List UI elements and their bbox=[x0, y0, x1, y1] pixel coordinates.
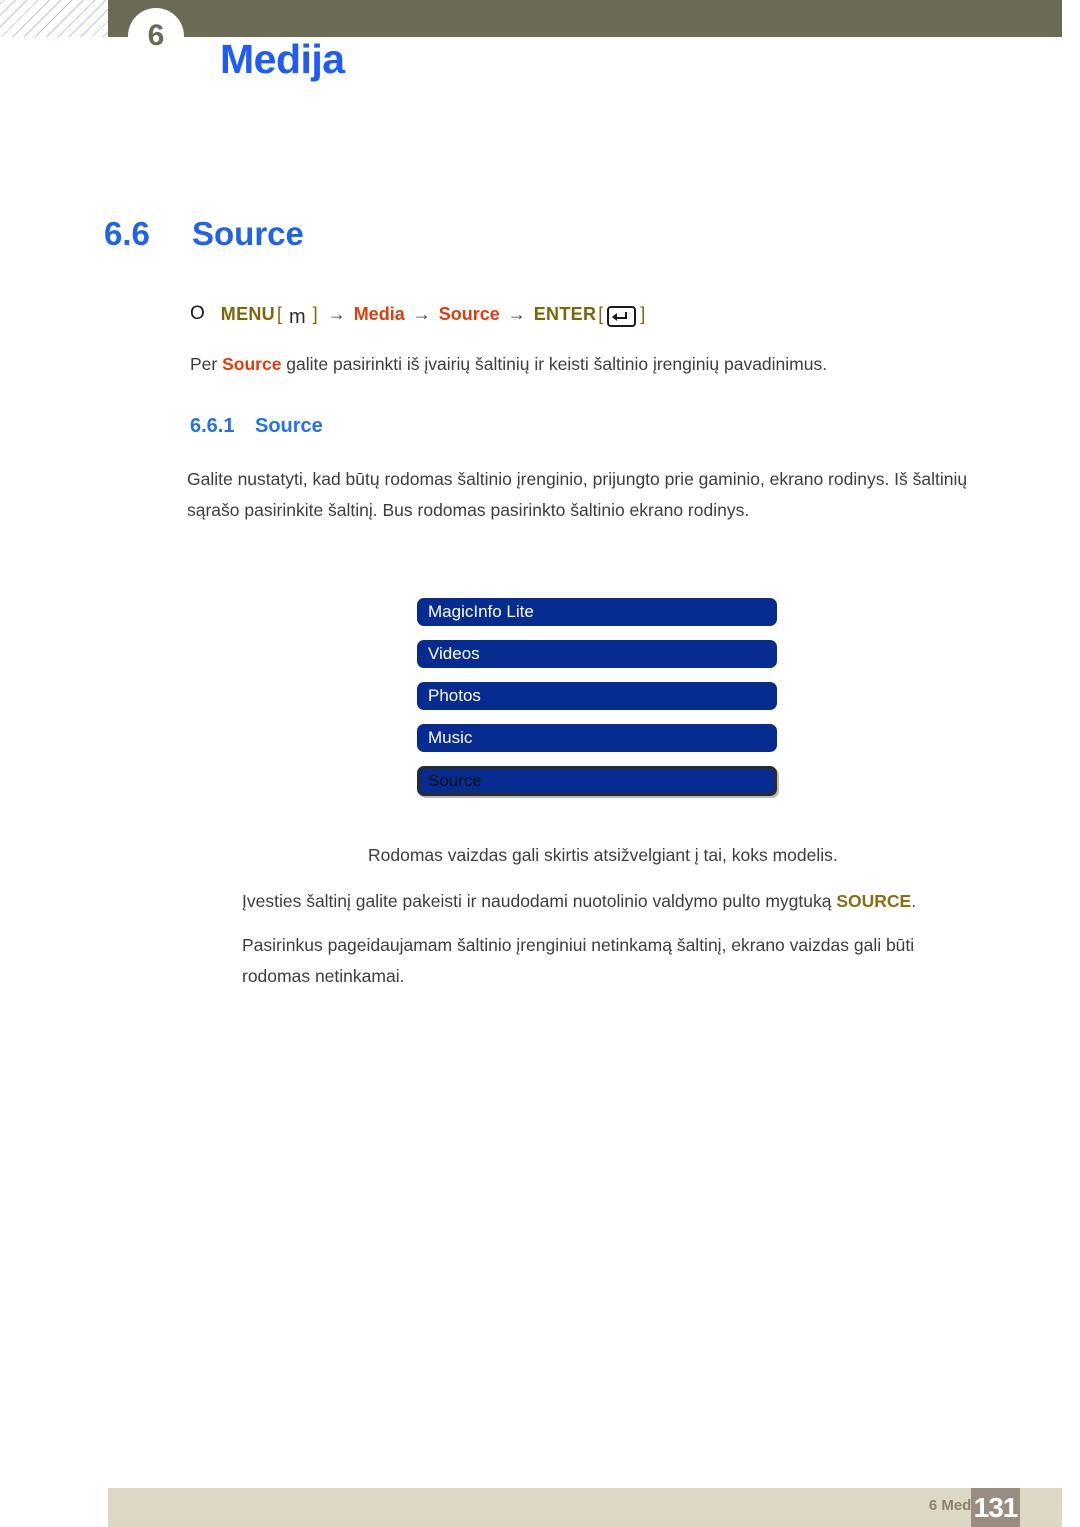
enter-key-icon bbox=[607, 305, 637, 327]
arrow-right-icon-3: → bbox=[507, 304, 526, 324]
subsection-heading: 6.6.1 Source bbox=[190, 415, 323, 438]
description-paragraph: Galite nustatyti, kad būtų rodomas šalti… bbox=[187, 469, 968, 520]
note-remote-text-after: . bbox=[911, 891, 917, 911]
section-heading: 6.6 Source bbox=[104, 215, 304, 253]
bracket-close-2: ] bbox=[640, 304, 646, 324]
note-remote-text-before: Įvesties šaltinį galite pakeisti ir naud… bbox=[242, 891, 837, 911]
menu-key-glyph-icon: m bbox=[289, 306, 306, 328]
menu-item-label: Videos bbox=[428, 644, 480, 663]
menu-item-music[interactable]: Music bbox=[417, 724, 777, 752]
subsection-number: 6.6.1 bbox=[190, 415, 235, 437]
note-wrong-source-warning: Pasirinkus pageidaujamam šaltinio įrengi… bbox=[242, 935, 915, 986]
menu-item-label: Source bbox=[428, 771, 482, 790]
note-model-variation: Rodomas vaizdas gali skirtis atsižvelgia… bbox=[368, 845, 838, 865]
path-item-source: Source bbox=[438, 304, 500, 324]
bracket-open-2: [ bbox=[598, 304, 604, 324]
note-remote-highlight-source: SOURCE bbox=[836, 891, 912, 911]
menu-item-source[interactable]: Source bbox=[417, 766, 777, 796]
bullet-circle-icon: O bbox=[190, 303, 205, 324]
header-band bbox=[108, 0, 1062, 37]
section-number: 6.6 bbox=[104, 215, 150, 252]
page-number: 131 bbox=[973, 1491, 1019, 1523]
subsection-title: Source bbox=[255, 415, 323, 437]
page-title: Medija bbox=[220, 36, 345, 82]
menu-item-label: Photos bbox=[428, 686, 481, 705]
path-item-media: Media bbox=[353, 304, 405, 324]
menu-item-videos[interactable]: Videos bbox=[417, 640, 777, 668]
footer-page-box: 131 bbox=[971, 1488, 1020, 1527]
menu-button-label: MENU bbox=[220, 304, 275, 324]
enter-button-label: ENTER bbox=[533, 304, 597, 324]
intro-highlight-source: Source bbox=[222, 354, 282, 374]
section-title: Source bbox=[192, 215, 304, 252]
menu-item-magicinfo-lite[interactable]: MagicInfo Lite bbox=[417, 598, 777, 626]
note-remote-source-button: Įvesties šaltinį galite pakeisti ir naud… bbox=[242, 886, 972, 917]
intro-text-after: galite pasirinkti iš įvairių šaltinių ir… bbox=[281, 354, 828, 374]
arrow-right-icon-1: → bbox=[327, 304, 346, 324]
header-hatch-decoration bbox=[0, 0, 108, 37]
source-menu-widget: MagicInfo Lite Videos Photos Music Sourc… bbox=[417, 598, 777, 796]
menu-item-label: Music bbox=[428, 728, 473, 747]
intro-text-before: Per bbox=[190, 354, 223, 374]
intro-paragraph: Per Source galite pasirinkti iš įvairių … bbox=[190, 349, 980, 380]
bracket-close-1: ] bbox=[312, 304, 318, 324]
menu-item-label: MagicInfo Lite bbox=[428, 602, 534, 621]
bracket-open-1: [ bbox=[276, 304, 282, 324]
arrow-right-icon-2: → bbox=[412, 304, 431, 324]
menu-path-breadcrumb: O MENU [ m ] → Media → Source → ENTER [ … bbox=[190, 301, 647, 328]
chapter-number: 6 bbox=[147, 19, 165, 52]
footer-band bbox=[108, 1488, 1062, 1527]
menu-item-photos[interactable]: Photos bbox=[417, 682, 777, 710]
